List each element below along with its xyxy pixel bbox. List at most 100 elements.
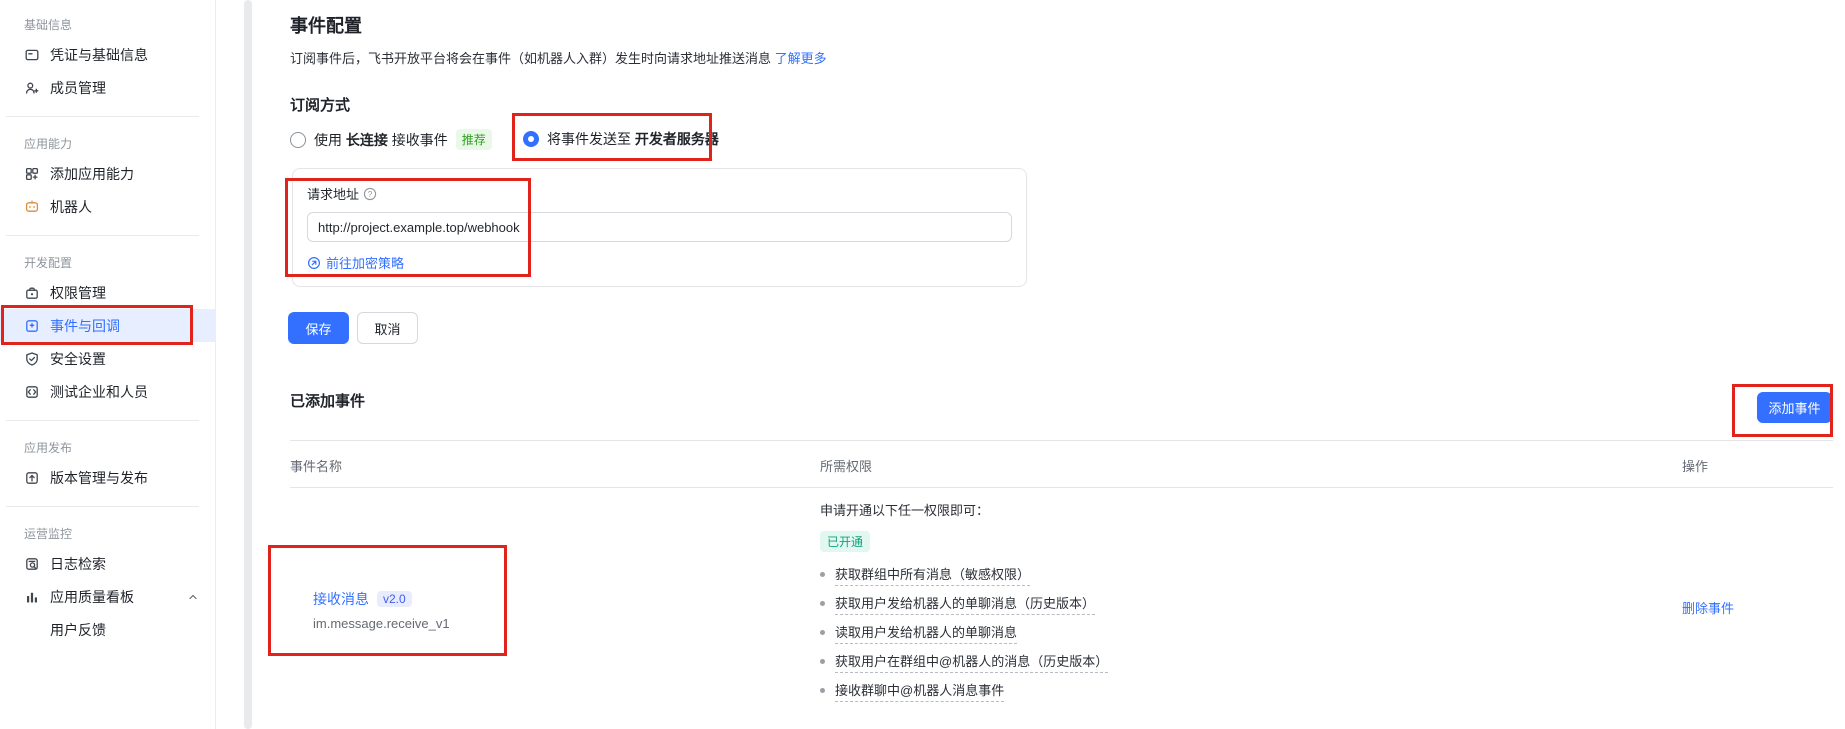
main-content: 事件配置 订阅事件后，飞书开放平台将会在事件（如机器人入群）发生时向请求地址推送… <box>253 0 1845 729</box>
request-url-card: 请求地址 ? 前往加密策略 <box>292 168 1027 287</box>
page-title: 事件配置 <box>290 12 362 38</box>
recommend-badge: 推荐 <box>456 129 492 150</box>
divider <box>6 506 199 507</box>
sidebar-item-label: 测试企业和人员 <box>50 382 148 402</box>
divider <box>6 116 199 117</box>
permission-name[interactable]: 获取用户发给机器人的单聊消息（历史版本） <box>835 593 1095 615</box>
divider <box>6 235 199 236</box>
permission-note: 申请开通以下任一权限即可： <box>820 500 989 519</box>
scrollbar[interactable] <box>244 0 252 729</box>
bullet-icon <box>820 572 825 577</box>
log-search-icon <box>24 556 40 572</box>
table-row-event-name-cell: 接收消息 v2.0 <box>313 589 412 609</box>
sidebar-item-test-company[interactable]: 测试企业和人员 <box>0 375 215 408</box>
sidebar-item-add-capability[interactable]: 添加应用能力 <box>0 157 215 190</box>
list-item: 读取用户发给机器人的单聊消息 <box>820 618 1108 647</box>
permission-name[interactable]: 获取用户在群组中@机器人的消息（历史版本） <box>835 651 1108 673</box>
chevron-up-icon[interactable] <box>187 591 199 603</box>
sidebar-item-label: 用户反馈 <box>50 620 106 640</box>
bookmark-plus-icon <box>24 318 40 334</box>
description-text: 订阅事件后，飞书开放平台将会在事件（如机器人入群）发生时向请求地址推送消息 <box>290 51 771 66</box>
sidebar-item-credentials[interactable]: 凭证与基础信息 <box>0 38 215 71</box>
bullet-icon <box>820 630 825 635</box>
sidebar: 基础信息 凭证与基础信息 成员管理 应用能力 添加应用能力 机器人 开发配置 权… <box>0 0 216 729</box>
id-card-icon <box>24 47 40 63</box>
list-item: 获取群组中所有消息（敏感权限） <box>820 560 1108 589</box>
sidebar-item-user-feedback[interactable]: 用户反馈 <box>0 613 215 646</box>
delete-event-link[interactable]: 删除事件 <box>1682 598 1734 617</box>
sidebar-section-dev-config: 开发配置 <box>0 248 215 276</box>
bullet-icon <box>820 659 825 664</box>
sidebar-item-label: 成员管理 <box>50 78 106 98</box>
permission-name[interactable]: 读取用户发给机器人的单聊消息 <box>835 622 1017 644</box>
cancel-button[interactable]: 取消 <box>357 312 418 344</box>
request-url-label: 请求地址 <box>307 184 359 203</box>
sidebar-section-ops-monitor: 运营监控 <box>0 519 215 547</box>
event-name-link[interactable]: 接收消息 <box>313 589 369 609</box>
permission-name[interactable]: 接收群聊中@机器人消息事件 <box>835 680 1004 702</box>
sidebar-item-label: 机器人 <box>50 197 92 217</box>
sidebar-section-app-release: 应用发布 <box>0 433 215 461</box>
radio-developer-server[interactable]: 将事件发送至 开发者服务器 <box>523 129 719 149</box>
permission-list: 获取群组中所有消息（敏感权限） 获取用户发给机器人的单聊消息（历史版本） 读取用… <box>820 560 1108 705</box>
sidebar-section-app-capability: 应用能力 <box>0 129 215 157</box>
encrypt-strategy-label: 前往加密策略 <box>326 253 404 272</box>
briefcase-lock-icon <box>24 285 40 301</box>
learn-more-link[interactable]: 了解更多 <box>775 51 827 66</box>
sidebar-item-label: 添加应用能力 <box>50 164 134 184</box>
radio-label-prefix: 使用 <box>314 130 342 150</box>
radio-label-bold: 长连接 <box>346 130 388 150</box>
list-item: 获取用户在群组中@机器人的消息（历史版本） <box>820 647 1108 676</box>
sidebar-item-label: 凭证与基础信息 <box>50 45 148 65</box>
goto-icon <box>307 256 321 270</box>
list-item: 获取用户发给机器人的单聊消息（历史版本） <box>820 589 1108 618</box>
sidebar-item-label: 安全设置 <box>50 349 106 369</box>
radio-long-connection[interactable]: 使用 长连接 接收事件 推荐 <box>290 129 492 150</box>
sidebar-section-basic-info: 基础信息 <box>0 10 215 38</box>
sidebar-item-bot[interactable]: 机器人 <box>0 190 215 223</box>
sidebar-item-label: 权限管理 <box>50 283 106 303</box>
bullet-icon <box>820 601 825 606</box>
table-top-border <box>290 440 1833 441</box>
sidebar-item-log-search[interactable]: 日志检索 <box>0 547 215 580</box>
list-item: 接收群聊中@机器人消息事件 <box>820 676 1108 705</box>
member-add-icon <box>24 80 40 96</box>
sidebar-item-label: 事件与回调 <box>50 316 120 336</box>
event-code: im.message.receive_v1 <box>313 616 450 631</box>
sidebar-item-label: 应用质量看板 <box>50 587 134 607</box>
robot-icon <box>24 199 40 215</box>
bar-chart-icon <box>24 589 40 605</box>
sidebar-item-quality-board[interactable]: 应用质量看板 <box>0 580 215 613</box>
radio-unselected-icon[interactable] <box>290 132 306 148</box>
column-header-action: 操作 <box>1682 456 1708 475</box>
sidebar-item-members[interactable]: 成员管理 <box>0 71 215 104</box>
radio-label-bold: 开发者服务器 <box>635 129 719 149</box>
added-events-heading: 已添加事件 <box>290 390 365 411</box>
svg-text:?: ? <box>368 190 373 199</box>
save-button[interactable]: 保存 <box>288 312 349 344</box>
help-icon[interactable]: ? <box>363 187 377 201</box>
page-description: 订阅事件后，飞书开放平台将会在事件（如机器人入群）发生时向请求地址推送消息 了解… <box>290 48 827 67</box>
sidebar-item-events-callback[interactable]: 事件与回调 <box>0 309 215 342</box>
column-header-event-name: 事件名称 <box>290 456 342 475</box>
encrypt-strategy-link[interactable]: 前往加密策略 <box>307 253 1012 272</box>
shield-check-icon <box>24 351 40 367</box>
column-header-permissions: 所需权限 <box>820 456 872 475</box>
code-icon <box>24 384 40 400</box>
add-event-button[interactable]: 添加事件 <box>1757 392 1832 423</box>
sidebar-item-version-release[interactable]: 版本管理与发布 <box>0 461 215 494</box>
version-badge: v2.0 <box>377 591 412 607</box>
radio-label-suffix: 接收事件 <box>392 130 448 150</box>
request-url-input[interactable] <box>307 212 1012 242</box>
grid-plus-icon <box>24 166 40 182</box>
sidebar-item-security[interactable]: 安全设置 <box>0 342 215 375</box>
bullet-icon <box>820 688 825 693</box>
radio-selected-icon[interactable] <box>523 131 539 147</box>
sidebar-item-label: 版本管理与发布 <box>50 468 148 488</box>
subscription-method-heading: 订阅方式 <box>290 94 350 115</box>
upload-icon <box>24 470 40 486</box>
request-url-label-row: 请求地址 ? <box>307 184 1012 203</box>
permission-name[interactable]: 获取群组中所有消息（敏感权限） <box>835 564 1030 586</box>
sidebar-item-permissions[interactable]: 权限管理 <box>0 276 215 309</box>
table-header-border <box>290 487 1833 488</box>
